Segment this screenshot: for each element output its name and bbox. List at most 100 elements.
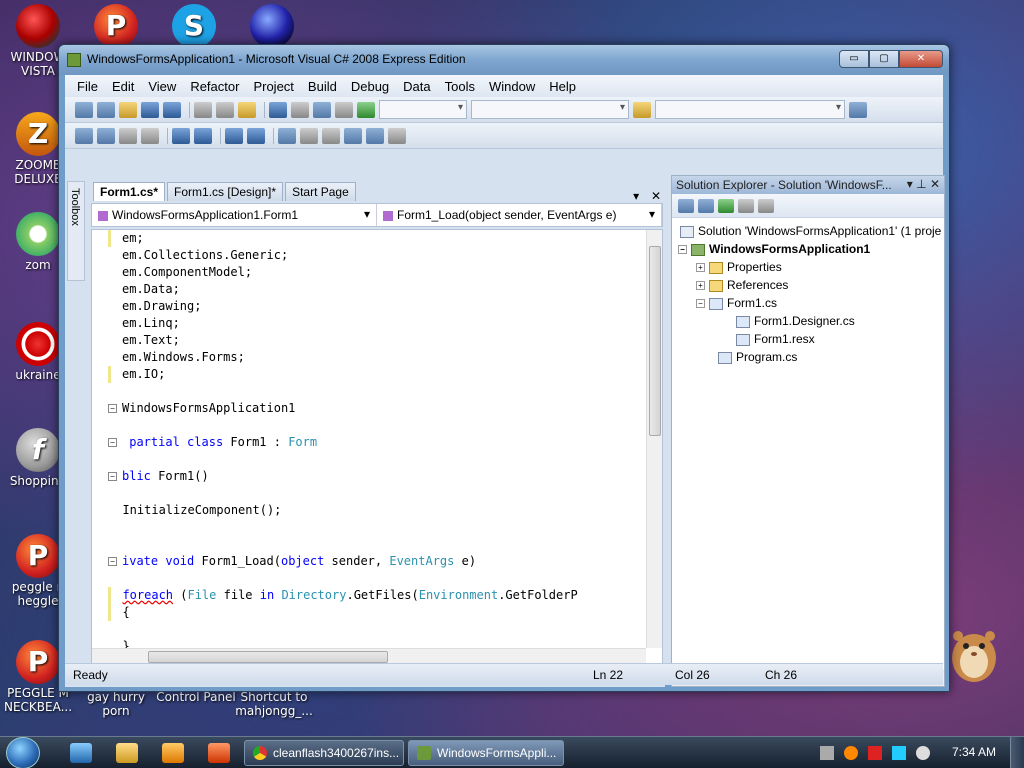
expand-icon[interactable]: + xyxy=(696,281,705,291)
menu-build[interactable]: Build xyxy=(302,77,343,96)
comment-lines-icon[interactable] xyxy=(225,127,243,144)
tree-node-references[interactable]: + References xyxy=(696,276,788,294)
collapse-icon[interactable]: − xyxy=(678,245,687,255)
solution-config-combo[interactable] xyxy=(379,100,467,119)
open-file-icon[interactable] xyxy=(119,101,137,118)
tree-node-project[interactable]: − WindowsFormsApplication1 xyxy=(678,240,870,258)
copy-icon[interactable] xyxy=(216,101,234,118)
internet-explorer-icon[interactable] xyxy=(70,743,92,763)
menu-refactor[interactable]: Refactor xyxy=(184,77,245,96)
tab-form1-design[interactable]: Form1.cs [Design]* xyxy=(167,182,284,201)
close-tab-icon[interactable]: ✕ xyxy=(651,189,661,203)
outline-collapse-icon[interactable]: − xyxy=(108,438,117,447)
tray-app-icon[interactable] xyxy=(820,746,834,760)
save-all-icon[interactable] xyxy=(163,101,181,118)
taskbar-button-vs[interactable]: WindowsFormsAppli... xyxy=(408,740,564,766)
find-in-files-icon[interactable] xyxy=(633,101,651,118)
menu-window[interactable]: Window xyxy=(483,77,541,96)
find-combo[interactable] xyxy=(655,100,845,119)
display-object-member-list-icon[interactable] xyxy=(75,127,93,144)
add-item-icon[interactable] xyxy=(97,101,115,118)
tab-form1-cs[interactable]: Form1.cs* xyxy=(93,182,166,201)
close-button[interactable]: ✕ xyxy=(899,50,943,68)
uncomment-lines-icon[interactable] xyxy=(247,127,265,144)
navigate-backward-icon[interactable] xyxy=(313,101,331,118)
expand-icon[interactable]: + xyxy=(696,263,705,273)
menu-tools[interactable]: Tools xyxy=(439,77,481,96)
display-parameter-info-icon[interactable] xyxy=(97,127,115,144)
tray-search-icon[interactable] xyxy=(844,746,858,760)
menu-view[interactable]: View xyxy=(142,77,182,96)
tree-node-program-cs[interactable]: Program.cs xyxy=(718,348,797,366)
windows-explorer-icon[interactable] xyxy=(116,743,138,763)
vertical-scrollbar[interactable] xyxy=(646,230,662,648)
desktop-icon-control-panel[interactable]: Control Panel xyxy=(156,690,236,704)
menu-debug[interactable]: Debug xyxy=(345,77,395,96)
toggle-bookmark-icon[interactable] xyxy=(278,127,296,144)
desktop-icon-mahjongg[interactable]: Shortcut to mahjongg_... xyxy=(234,690,314,718)
menu-help[interactable]: Help xyxy=(543,77,582,96)
title-bar[interactable]: WindowsFormsApplication1 - Microsoft Vis… xyxy=(59,45,949,75)
undo-icon[interactable] xyxy=(269,101,287,118)
media-player-icon[interactable] xyxy=(162,743,184,763)
clock[interactable]: 7:34 AM xyxy=(952,745,996,759)
tray-flag-icon[interactable] xyxy=(868,746,882,760)
view-designer-icon[interactable] xyxy=(758,198,774,213)
display-word-completion-icon[interactable] xyxy=(141,127,159,144)
minimize-button[interactable]: ▭ xyxy=(839,50,869,68)
new-project-icon[interactable] xyxy=(75,101,93,118)
decrease-indent-icon[interactable] xyxy=(172,127,190,144)
outline-collapse-icon[interactable]: − xyxy=(108,557,117,566)
menu-data[interactable]: Data xyxy=(397,77,436,96)
tray-network-icon[interactable] xyxy=(892,746,906,760)
active-files-icon[interactable]: ▾ xyxy=(633,189,639,203)
tree-node-form1-resx[interactable]: Form1.resx xyxy=(736,330,815,348)
code-editor[interactable]: em; em.Collections.Generic; em.ComponentMo… xyxy=(91,229,663,665)
tab-start-page[interactable]: Start Page xyxy=(285,182,356,201)
solution-explorer-title[interactable]: Solution Explorer - Solution 'WindowsF..… xyxy=(672,176,944,194)
tray-volume-icon[interactable] xyxy=(916,746,930,760)
outline-collapse-icon[interactable]: − xyxy=(108,472,117,481)
tree-node-form1-cs[interactable]: − Form1.cs xyxy=(696,294,777,312)
toolbox-tab[interactable]: Toolbox xyxy=(67,181,85,281)
taskbar-button-chrome[interactable]: cleanflash3400267ins... xyxy=(244,740,404,766)
menu-project[interactable]: Project xyxy=(247,77,299,96)
platform-combo[interactable] xyxy=(471,100,629,119)
menu-file[interactable]: File xyxy=(71,77,104,96)
refresh-icon[interactable] xyxy=(718,198,734,213)
members-combo[interactable]: Form1_Load(object sender, EventArgs e) xyxy=(377,204,662,226)
clear-bookmarks-icon[interactable] xyxy=(388,127,406,144)
horizontal-scrollbar[interactable] xyxy=(92,648,646,664)
desktop-icon-gay-hurry[interactable]: gay hurry porn xyxy=(80,690,152,718)
tree-node-form1-designer[interactable]: Form1.Designer.cs xyxy=(736,312,855,330)
next-bookmark-folder-icon[interactable] xyxy=(366,127,384,144)
tree-node-properties[interactable]: + Properties xyxy=(696,258,782,276)
solution-explorer-icon[interactable] xyxy=(849,101,867,118)
start-debugging-icon[interactable] xyxy=(357,101,375,118)
pane-controls[interactable]: ▾ ⊥ ✕ xyxy=(907,177,940,191)
redo-icon[interactable] xyxy=(291,101,309,118)
previous-bookmark-folder-icon[interactable] xyxy=(344,127,362,144)
scroll-thumb[interactable] xyxy=(649,246,661,436)
show-desktop-button[interactable] xyxy=(1010,737,1024,768)
outline-collapse-icon[interactable]: − xyxy=(108,404,117,413)
increase-indent-icon[interactable] xyxy=(194,127,212,144)
hamster-gadget[interactable] xyxy=(944,616,1004,686)
maximize-button[interactable]: ▢ xyxy=(869,50,899,68)
start-button[interactable] xyxy=(6,737,40,768)
cut-icon[interactable] xyxy=(194,101,212,118)
previous-bookmark-icon[interactable] xyxy=(300,127,318,144)
save-icon[interactable] xyxy=(141,101,159,118)
properties-icon[interactable] xyxy=(678,198,694,213)
show-all-files-icon[interactable] xyxy=(698,198,714,213)
next-bookmark-icon[interactable] xyxy=(322,127,340,144)
display-quick-info-icon[interactable] xyxy=(119,127,137,144)
paste-icon[interactable] xyxy=(238,101,256,118)
tree-node-solution[interactable]: Solution 'WindowsFormsApplication1' (1 p… xyxy=(680,222,941,240)
navigate-forward-icon[interactable] xyxy=(335,101,353,118)
menu-edit[interactable]: Edit xyxy=(106,77,140,96)
collapse-icon[interactable]: − xyxy=(696,299,705,309)
view-code-icon[interactable] xyxy=(738,198,754,213)
types-combo[interactable]: WindowsFormsApplication1.Form1 xyxy=(92,204,377,226)
scroll-thumb[interactable] xyxy=(148,651,388,663)
